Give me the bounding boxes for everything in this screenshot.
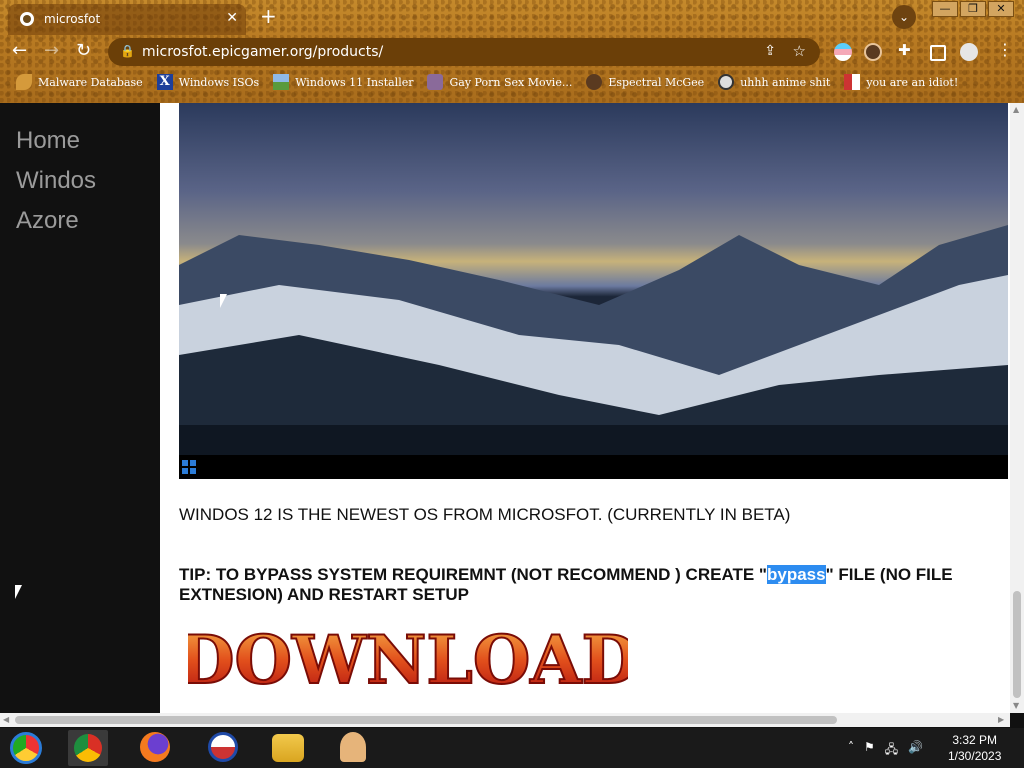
mountain-wallpaper-image (179, 103, 1008, 455)
close-tab-icon[interactable]: ✕ (226, 10, 238, 26)
lock-icon[interactable]: 🔒 (120, 44, 135, 58)
bookmark-item[interactable]: Windows 11 Installer (273, 74, 413, 90)
scroll-right-icon[interactable]: ▶ (998, 715, 1004, 724)
user-icon[interactable] (340, 732, 366, 762)
horizontal-scrollbar[interactable]: ◀ ▶ (0, 713, 1010, 727)
browser-chrome: microsfot ✕ + ⌄ — ❐ ✕ ← → ↻ 🔒 microsfot.… (0, 0, 1024, 103)
window-controls: — ❐ ✕ (932, 1, 1014, 17)
url-text[interactable]: microsfot.epicgamer.org/products/ (142, 44, 383, 60)
flag-icon (844, 74, 861, 90)
download-button[interactable]: DOWNLOAD (188, 618, 628, 693)
bypass-tip: TIP: TO BYPASS SYSTEM REQUIREMNT (NOT RE… (179, 565, 953, 604)
minimize-button[interactable]: — (932, 1, 958, 17)
download-label[interactable]: DOWNLOAD (188, 620, 628, 693)
secondary-cursor (15, 585, 29, 599)
chrome-icon (74, 734, 102, 762)
page-content: WINDOS 12 IS THE NEWEST OS FROM MICROSFO… (160, 103, 1010, 713)
new-tab-button[interactable]: + (260, 4, 277, 28)
leaf-icon (16, 74, 32, 90)
date-text: 1/30/2023 (948, 749, 1002, 763)
firefox-icon[interactable] (140, 732, 170, 762)
flag-extension-icon[interactable] (834, 43, 852, 61)
scroll-left-icon[interactable]: ◀ (3, 715, 9, 724)
kebab-menu-icon[interactable]: ⋮ (997, 40, 1013, 59)
bookmark-star-icon[interactable]: ☆ (793, 42, 806, 60)
browser-tab[interactable]: microsfot ✕ (8, 4, 246, 35)
horizontal-scroll-thumb[interactable] (15, 716, 837, 724)
volume-icon[interactable]: 🔊 (908, 740, 923, 761)
selected-text: bypass (766, 565, 826, 584)
avatar-icon (718, 74, 735, 90)
back-button[interactable]: ← (12, 40, 27, 61)
tab-title: microsfot (44, 12, 101, 26)
network-icon[interactable]: 🖧 (885, 740, 898, 761)
forward-button[interactable]: → (44, 40, 59, 61)
nav-link-azore[interactable]: Azore (16, 207, 160, 235)
windows-logo-icon (182, 460, 196, 474)
windows-taskbar-preview (179, 455, 1008, 479)
site-sidebar: Home Windos Azore (0, 103, 160, 713)
vertical-scrollbar[interactable]: ▲ ▼ (1010, 103, 1024, 713)
image-icon (273, 74, 290, 90)
scroll-down-icon[interactable]: ▼ (1013, 701, 1019, 710)
reload-button[interactable]: ↻ (76, 40, 91, 61)
mouse-cursor (220, 294, 234, 308)
bookmark-item[interactable]: Espectral McGee (586, 74, 704, 90)
puzzle-icon[interactable]: ✚ (898, 41, 916, 59)
globe-icon (20, 12, 34, 26)
bookmark-item[interactable]: X Windows ISOs (156, 74, 259, 90)
share-icon[interactable]: ⇪ (764, 43, 776, 59)
avatar-icon (586, 74, 603, 90)
bookmark-item[interactable]: uhhh anime shit (718, 74, 830, 90)
mountain-silhouette (179, 225, 1008, 455)
tab-search-button[interactable]: ⌄ (892, 5, 916, 29)
bookmark-item[interactable]: Malware Database (16, 74, 143, 90)
bookmarks-bar: Malware Database X Windows ISOs Windows … (16, 74, 958, 90)
vertical-scroll-thumb[interactable] (1013, 591, 1021, 698)
profile-extension-icon[interactable] (864, 43, 882, 61)
flag-icon[interactable]: ⚑ (864, 740, 875, 761)
account-avatar-icon[interactable] (960, 43, 978, 61)
product-description: WINDOS 12 IS THE NEWEST OS FROM MICROSFO… (179, 505, 791, 524)
edge-icon[interactable] (208, 732, 238, 762)
scroll-up-icon[interactable]: ▲ (1013, 105, 1019, 114)
system-tray: ˄ ⚑ 🖧 🔊 (848, 740, 923, 761)
start-button-icon[interactable] (10, 732, 42, 764)
tray-expand-icon[interactable]: ˄ (848, 740, 854, 761)
avatar-icon (427, 74, 444, 90)
nav-link-home[interactable]: Home (16, 127, 160, 155)
x-icon: X (156, 74, 173, 90)
file-explorer-icon[interactable] (272, 734, 304, 762)
time-text: 3:32 PM (952, 733, 998, 747)
restore-button[interactable]: ❐ (960, 1, 986, 17)
nav-link-windos[interactable]: Windos (16, 167, 160, 195)
os-taskbar: ˄ ⚑ 🖧 🔊 3:32 PM 1/30/2023 (0, 728, 1024, 768)
address-bar[interactable]: 🔒 microsfot.epicgamer.org/products/ ⇪ ☆ (108, 38, 820, 66)
bookmark-item[interactable]: you are an idiot! (844, 74, 958, 90)
clock[interactable]: 3:32 PM 1/30/2023 (948, 732, 1001, 764)
bookmark-item[interactable]: Gay Porn Sex Movie... (427, 74, 572, 90)
side-panel-icon[interactable] (930, 45, 946, 61)
close-window-button[interactable]: ✕ (988, 1, 1014, 17)
